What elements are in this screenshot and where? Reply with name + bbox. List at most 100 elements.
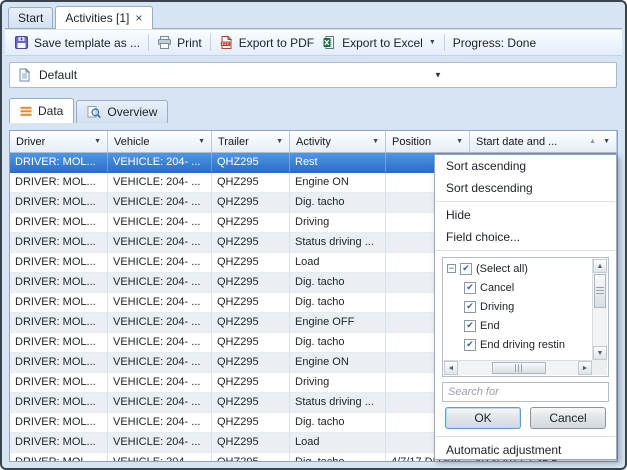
- checkbox[interactable]: ✔: [464, 339, 476, 351]
- thumb-grip: [596, 287, 604, 295]
- cell-driver: DRIVER: MOL...: [10, 273, 108, 293]
- save-icon: [14, 35, 29, 50]
- cell-trailer: QHZ295: [212, 273, 290, 293]
- scroll-thumb[interactable]: [492, 362, 546, 374]
- toolbar: Save template as ... Print Export to PDF…: [5, 30, 622, 56]
- grid-header-row: Driver ▼ Vehicle ▼ Trailer ▼ Activity ▼ …: [10, 131, 617, 153]
- column-header-position[interactable]: Position ▼: [386, 131, 470, 152]
- checklist-items: − ✔ (Select all) ✔ Cancel ✔ Driving ✔ En…: [444, 259, 592, 360]
- checklist-label: End driving restin: [480, 339, 565, 351]
- filter-dropdown-icon[interactable]: ▼: [193, 138, 207, 145]
- ok-button[interactable]: OK: [445, 407, 521, 429]
- column-header-driver[interactable]: Driver ▼: [10, 131, 108, 152]
- tab-label: Activities [1]: [65, 11, 129, 25]
- cell-activity: Engine OFF: [290, 313, 386, 333]
- checklist-item-end-driving-rest[interactable]: ✔ End driving restin: [444, 335, 592, 354]
- filter-search-input[interactable]: [443, 383, 608, 401]
- cell-vehicle: VEHICLE: 204- ...: [108, 373, 212, 393]
- scroll-left-button[interactable]: ◄: [444, 361, 458, 375]
- column-header-trailer[interactable]: Trailer ▼: [212, 131, 290, 152]
- cell-activity: Dig. tacho: [290, 333, 386, 353]
- scroll-thumb[interactable]: [594, 274, 606, 308]
- menu-item-sort-ascending[interactable]: Sort ascending: [435, 155, 616, 177]
- thumb-grip: [515, 364, 523, 372]
- column-header-vehicle[interactable]: Vehicle ▼: [108, 131, 212, 152]
- checklist-item-end[interactable]: ✔ End: [444, 316, 592, 335]
- cell-activity: Engine ON: [290, 173, 386, 193]
- cancel-button[interactable]: Cancel: [530, 407, 606, 429]
- sort-ascending-icon: ▲: [586, 138, 596, 145]
- cell-driver: DRIVER: MOL...: [10, 253, 108, 273]
- menu-item-automatic-adjustment[interactable]: Automatic adjustment: [435, 439, 616, 461]
- cell-activity: Status driving ...: [290, 233, 386, 253]
- filter-dropdown-icon[interactable]: ▼: [598, 138, 612, 145]
- column-header-start-date[interactable]: Start date and ... ▲ ▼: [470, 131, 617, 152]
- cell-trailer: QHZ295: [212, 333, 290, 353]
- cell-vehicle: VEHICLE: 204- ...: [108, 433, 212, 453]
- save-template-button[interactable]: Save template as ...: [10, 33, 144, 52]
- template-selector[interactable]: Default ▼: [9, 62, 617, 88]
- cell-vehicle: VEHICLE: 204- ...: [108, 173, 212, 193]
- scroll-up-button[interactable]: ▲: [593, 259, 607, 273]
- menu-item-field-choice[interactable]: Field choice...: [435, 226, 616, 248]
- column-label: Position: [392, 136, 431, 148]
- toolbar-separator: [210, 34, 211, 51]
- filter-dropdown-icon[interactable]: ▼: [271, 138, 285, 145]
- filter-dropdown-icon[interactable]: ▼: [451, 138, 465, 145]
- checkbox[interactable]: ✔: [464, 320, 476, 332]
- horizontal-scrollbar[interactable]: ◄ ►: [444, 360, 592, 375]
- cell-trailer: QHZ295: [212, 293, 290, 313]
- tree-collapse-icon[interactable]: −: [447, 264, 456, 273]
- tab-start[interactable]: Start: [8, 7, 53, 28]
- excel-icon: [322, 35, 337, 50]
- cell-vehicle: VEHICLE: 204- ...: [108, 393, 212, 413]
- cell-activity: Dig. tacho: [290, 273, 386, 293]
- cell-trailer: QHZ295: [212, 253, 290, 273]
- template-document-icon: [18, 68, 31, 82]
- button-label: Export to PDF: [239, 36, 314, 50]
- app-window: Start Activities [1] × Save template as …: [0, 0, 627, 470]
- scroll-right-button[interactable]: ►: [578, 361, 592, 375]
- cell-vehicle: VEHICLE: 204- ...: [108, 213, 212, 233]
- tab-activities[interactable]: Activities [1] ×: [55, 6, 153, 29]
- filter-search-box: [442, 382, 609, 402]
- cell-activity: Driving: [290, 373, 386, 393]
- column-label: Start date and ...: [476, 136, 557, 148]
- column-header-activity[interactable]: Activity ▼: [290, 131, 386, 152]
- cell-vehicle: VEHICLE: 204- ...: [108, 353, 212, 373]
- cell-driver: DRIVER: MOL...: [10, 313, 108, 333]
- cell-vehicle: VEHICLE: 204- ...: [108, 333, 212, 353]
- chevron-down-icon[interactable]: ▼: [434, 71, 442, 80]
- tab-overview[interactable]: Overview: [76, 100, 168, 123]
- checklist-item-cancel[interactable]: ✔ Cancel: [444, 278, 592, 297]
- filter-dropdown-icon[interactable]: ▼: [89, 138, 103, 145]
- scroll-down-button[interactable]: ▼: [593, 346, 607, 360]
- export-excel-button[interactable]: Export to Excel ▼: [318, 33, 440, 52]
- cell-driver: DRIVER: MOL...: [10, 233, 108, 253]
- cell-driver: DRIVER: MOL...: [10, 433, 108, 453]
- cell-vehicle: VEHICLE: 204- ...: [108, 193, 212, 213]
- cell-trailer: QHZ295: [212, 233, 290, 253]
- print-button[interactable]: Print: [153, 33, 206, 52]
- cell-trailer: QHZ295: [212, 313, 290, 333]
- tab-data[interactable]: Data: [9, 98, 74, 123]
- tab-label: Data: [38, 104, 63, 118]
- checkbox[interactable]: ✔: [464, 282, 476, 294]
- cell-activity: Driving: [290, 213, 386, 233]
- cell-trailer: QHZ295: [212, 173, 290, 193]
- export-pdf-button[interactable]: Export to PDF: [215, 33, 318, 52]
- checkbox[interactable]: ✔: [464, 301, 476, 313]
- checklist-item-select-all[interactable]: − ✔ (Select all): [444, 259, 592, 278]
- cell-driver: DRIVER: MOL...: [10, 293, 108, 313]
- cell-activity: Dig. tacho: [290, 293, 386, 313]
- filter-dropdown-icon[interactable]: ▼: [367, 138, 381, 145]
- cell-trailer: QHZ295: [212, 413, 290, 433]
- menu-item-sort-descending[interactable]: Sort descending: [435, 177, 616, 199]
- close-icon[interactable]: ×: [134, 12, 143, 24]
- vertical-scrollbar[interactable]: ▲ ▼: [592, 259, 607, 360]
- checklist-item-driving[interactable]: ✔ Driving: [444, 297, 592, 316]
- checkbox[interactable]: ✔: [460, 263, 472, 275]
- menu-item-hide[interactable]: Hide: [435, 204, 616, 226]
- chevron-down-icon[interactable]: ▼: [429, 39, 436, 46]
- cell-driver: DRIVER: MOL...: [10, 153, 108, 173]
